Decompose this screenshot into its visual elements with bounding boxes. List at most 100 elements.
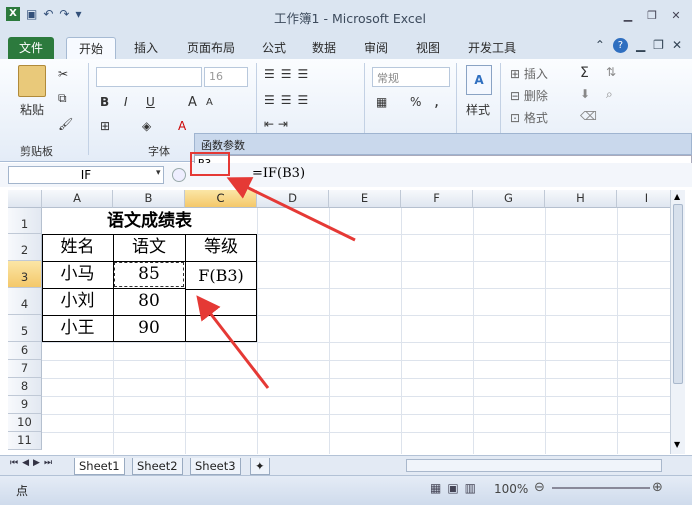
clear-icon[interactable]: ⌫ bbox=[580, 109, 597, 123]
bold-button[interactable]: B bbox=[100, 95, 109, 109]
format-painter-icon[interactable]: 🖌 bbox=[58, 117, 73, 131]
tab-review[interactable]: 审阅 bbox=[356, 37, 396, 59]
insert-cells-button[interactable]: ⊞ 插入 bbox=[510, 65, 548, 82]
accounting-format-icon[interactable]: ▦ bbox=[376, 95, 387, 109]
cell-a3[interactable]: 小马 bbox=[42, 261, 113, 288]
tab-view[interactable]: 视图 bbox=[408, 37, 448, 59]
cut-icon[interactable]: ✂ bbox=[58, 67, 68, 81]
column-header[interactable]: D bbox=[257, 190, 329, 208]
row-header[interactable]: 2 bbox=[8, 234, 42, 261]
zoom-in-icon[interactable]: ⊕ bbox=[652, 480, 663, 495]
row-header[interactable]: 9 bbox=[8, 396, 42, 414]
tab-insert[interactable]: 插入 bbox=[124, 37, 168, 59]
column-header[interactable]: A bbox=[42, 190, 113, 208]
workbook-close-icon[interactable]: ✕ bbox=[672, 38, 682, 53]
autosum-icon[interactable]: Σ bbox=[580, 65, 589, 81]
percent-button[interactable]: % bbox=[410, 95, 421, 109]
paste-icon[interactable] bbox=[18, 65, 46, 97]
tab-developer[interactable]: 开发工具 bbox=[460, 37, 524, 59]
table-title[interactable]: 语文成绩表 bbox=[42, 208, 257, 234]
row-header[interactable]: 8 bbox=[8, 378, 42, 396]
sheet-tab-2[interactable]: Sheet2 bbox=[132, 458, 183, 475]
column-header[interactable]: C bbox=[185, 190, 257, 208]
column-header[interactable]: B bbox=[113, 190, 185, 208]
row-header[interactable]: 11 bbox=[8, 432, 42, 450]
copy-icon[interactable]: ⧉ bbox=[58, 91, 67, 106]
column-header[interactable]: G bbox=[473, 190, 545, 208]
header-cell-chinese[interactable]: 语文 bbox=[113, 234, 185, 261]
scroll-up-icon[interactable]: ▲ bbox=[674, 192, 680, 201]
fill-color-icon[interactable]: ◈ bbox=[142, 119, 151, 133]
customize-qat-icon[interactable]: ▾ bbox=[75, 7, 81, 21]
row-header[interactable]: 4 bbox=[8, 288, 42, 315]
vertical-scrollbar[interactable]: ▲ ▼ bbox=[670, 190, 685, 454]
horizontal-scrollbar[interactable] bbox=[406, 459, 662, 472]
tab-page-layout[interactable]: 页面布局 bbox=[176, 37, 246, 59]
sheet-tab-1[interactable]: Sheet1 bbox=[74, 458, 125, 475]
delete-cells-button[interactable]: ⊟ 删除 bbox=[510, 87, 548, 104]
name-box-dropdown-icon[interactable]: ▾ bbox=[156, 168, 161, 178]
workbook-minimize-icon[interactable]: ▁ bbox=[636, 38, 645, 53]
formula-input[interactable]: =IF(B3) bbox=[252, 166, 672, 184]
grow-font-button[interactable]: A bbox=[188, 95, 197, 110]
align-horizontal-icons[interactable]: ☰☰☰ bbox=[264, 93, 314, 107]
zoom-level[interactable]: 100% bbox=[494, 482, 528, 496]
cell-a5[interactable]: 小王 bbox=[42, 315, 113, 342]
close-icon[interactable]: ✕ bbox=[668, 9, 684, 22]
tab-data[interactable]: 数据 bbox=[304, 37, 344, 59]
select-all-corner[interactable] bbox=[8, 190, 42, 208]
row-header[interactable]: 5 bbox=[8, 315, 42, 342]
cell-c3-active[interactable]: F(B3) bbox=[185, 261, 257, 290]
column-header[interactable]: H bbox=[545, 190, 617, 208]
zoom-slider[interactable] bbox=[552, 487, 650, 489]
align-top-icons[interactable]: ☰☰☰ bbox=[264, 67, 314, 81]
column-header[interactable]: E bbox=[329, 190, 401, 208]
tab-formulas[interactable]: 公式 bbox=[254, 37, 294, 59]
indent-icons[interactable]: ⇤ ⇥ bbox=[264, 117, 288, 131]
shrink-font-button[interactable]: A bbox=[206, 97, 213, 108]
styles-button[interactable]: 样式 bbox=[466, 101, 490, 118]
paste-button[interactable]: 粘贴 bbox=[20, 101, 44, 118]
underline-button[interactable]: U bbox=[146, 95, 155, 109]
row-header[interactable]: 7 bbox=[8, 360, 42, 378]
number-format-combo[interactable]: 常规 bbox=[372, 67, 450, 87]
comma-button[interactable]: , bbox=[434, 91, 439, 110]
save-icon[interactable]: ▣ bbox=[26, 7, 37, 21]
undo-icon[interactable]: ↶ bbox=[43, 7, 53, 21]
scroll-down-icon[interactable]: ▼ bbox=[674, 440, 680, 449]
borders-icon[interactable]: ⊞ bbox=[100, 119, 110, 133]
header-cell-grade[interactable]: 等级 bbox=[185, 234, 257, 261]
redo-icon[interactable]: ↷ bbox=[59, 7, 69, 21]
sheet-tab-3[interactable]: Sheet3 bbox=[190, 458, 241, 475]
spreadsheet-grid[interactable]: A B C D E F G H I 1 2 3 4 5 6 7 8 9 10 1… bbox=[8, 190, 670, 454]
new-sheet-icon[interactable]: ✦ bbox=[250, 458, 270, 475]
scroll-thumb[interactable] bbox=[673, 204, 683, 384]
view-mode-icons[interactable]: ▦▣▥ bbox=[430, 481, 482, 495]
row-header[interactable]: 10 bbox=[8, 414, 42, 432]
italic-button[interactable]: I bbox=[124, 95, 128, 109]
cancel-formula-icon[interactable] bbox=[172, 168, 186, 182]
column-header[interactable]: I bbox=[617, 190, 670, 208]
font-name-combo[interactable] bbox=[96, 67, 202, 87]
font-color-icon[interactable]: A bbox=[178, 119, 186, 133]
cell-b4[interactable]: 80 bbox=[113, 288, 185, 315]
cell-b5[interactable]: 90 bbox=[113, 315, 185, 342]
ribbon-minimize-icon[interactable]: ⌃ bbox=[595, 38, 605, 53]
sort-filter-icon[interactable]: ⇅ bbox=[606, 65, 616, 79]
tab-home[interactable]: 开始 bbox=[66, 37, 116, 59]
find-select-icon[interactable]: ⌕ bbox=[606, 87, 613, 102]
cell-a4[interactable]: 小刘 bbox=[42, 288, 113, 315]
minimize-icon[interactable]: ▁ bbox=[620, 9, 636, 22]
row-header[interactable]: 1 bbox=[8, 208, 42, 234]
styles-icon[interactable]: A bbox=[466, 65, 492, 95]
format-cells-button[interactable]: ⊡ 格式 bbox=[510, 109, 548, 126]
row-header[interactable]: 6 bbox=[8, 342, 42, 360]
row-header[interactable]: 3 bbox=[8, 261, 42, 288]
help-icon[interactable]: ? bbox=[612, 38, 628, 53]
zoom-out-icon[interactable]: ⊖ bbox=[534, 480, 545, 495]
column-header[interactable]: F bbox=[401, 190, 473, 208]
font-size-combo[interactable]: 16 bbox=[204, 67, 248, 87]
fill-icon[interactable]: ⬇ bbox=[580, 87, 590, 101]
restore-icon[interactable]: ❐ bbox=[644, 9, 660, 22]
sheet-nav-icons[interactable]: ⏮◀▶⏭ bbox=[10, 458, 56, 468]
